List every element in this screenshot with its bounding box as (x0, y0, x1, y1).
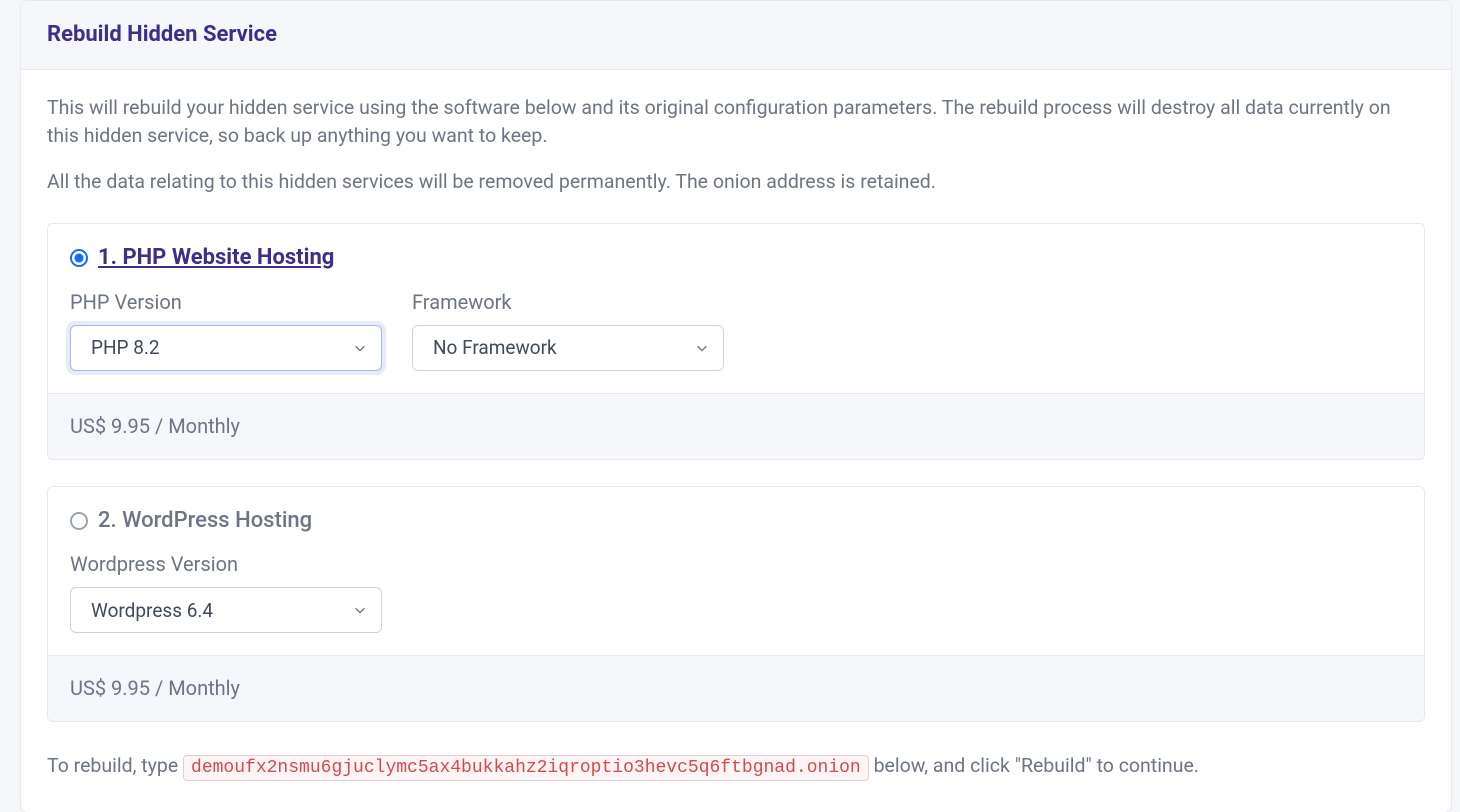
card-header: Rebuild Hidden Service (21, 1, 1451, 70)
confirm-suffix: below, and click "Rebuild" to continue. (869, 754, 1199, 777)
option-php-title: 1. PHP Website Hosting (98, 242, 334, 274)
wordpress-version-label: Wordpress Version (70, 550, 382, 579)
option-wordpress-top: 2. WordPress Hosting Wordpress Version W… (48, 487, 1424, 656)
option-php-price: US$ 9.95 / Monthly (48, 393, 1424, 459)
rebuild-card: Rebuild Hidden Service This will rebuild… (20, 0, 1452, 812)
confirm-prefix: To rebuild, type (47, 754, 183, 777)
intro-paragraph-2: All the data relating to this hidden ser… (47, 168, 1425, 196)
option-wordpress-price: US$ 9.95 / Monthly (48, 655, 1424, 721)
option-wordpress-title-row[interactable]: 2. WordPress Hosting (70, 505, 1402, 537)
chevron-down-icon (353, 603, 367, 617)
confirm-instruction: To rebuild, type demoufx2nsmu6gjuclymc5a… (47, 752, 1425, 781)
option-wordpress-title: 2. WordPress Hosting (98, 505, 312, 537)
intro-paragraph-1: This will rebuild your hidden service us… (47, 94, 1425, 151)
onion-address-code: demoufx2nsmu6gjuclymc5ax4bukkahz2iqropti… (183, 755, 869, 781)
card-body: This will rebuild your hidden service us… (21, 70, 1451, 812)
option-php-controls: PHP Version PHP 8.2 Framework (70, 288, 1402, 371)
php-version-control: PHP Version PHP 8.2 (70, 288, 382, 371)
framework-label: Framework (412, 288, 724, 317)
chevron-down-icon (353, 341, 367, 355)
framework-select[interactable]: No Framework (412, 325, 724, 371)
chevron-down-icon (695, 341, 709, 355)
option-php-title-row[interactable]: 1. PHP Website Hosting (70, 242, 1402, 274)
option-wordpress-hosting: 2. WordPress Hosting Wordpress Version W… (47, 486, 1425, 723)
option-wordpress-controls: Wordpress Version Wordpress 6.4 (70, 550, 1402, 633)
radio-php-hosting[interactable] (70, 249, 88, 267)
framework-control: Framework No Framework (412, 288, 724, 371)
option-php-top: 1. PHP Website Hosting PHP Version PHP 8… (48, 224, 1424, 393)
wordpress-version-value: Wordpress 6.4 (91, 597, 213, 625)
framework-value: No Framework (433, 334, 557, 362)
php-version-value: PHP 8.2 (91, 334, 160, 362)
wordpress-version-control: Wordpress Version Wordpress 6.4 (70, 550, 382, 633)
wordpress-version-select[interactable]: Wordpress 6.4 (70, 587, 382, 633)
radio-wordpress-hosting[interactable] (70, 512, 88, 530)
intro-text: This will rebuild your hidden service us… (47, 94, 1425, 197)
php-version-select[interactable]: PHP 8.2 (70, 325, 382, 371)
php-version-label: PHP Version (70, 288, 382, 317)
page-title: Rebuild Hidden Service (47, 19, 1425, 51)
option-php-hosting: 1. PHP Website Hosting PHP Version PHP 8… (47, 223, 1425, 460)
